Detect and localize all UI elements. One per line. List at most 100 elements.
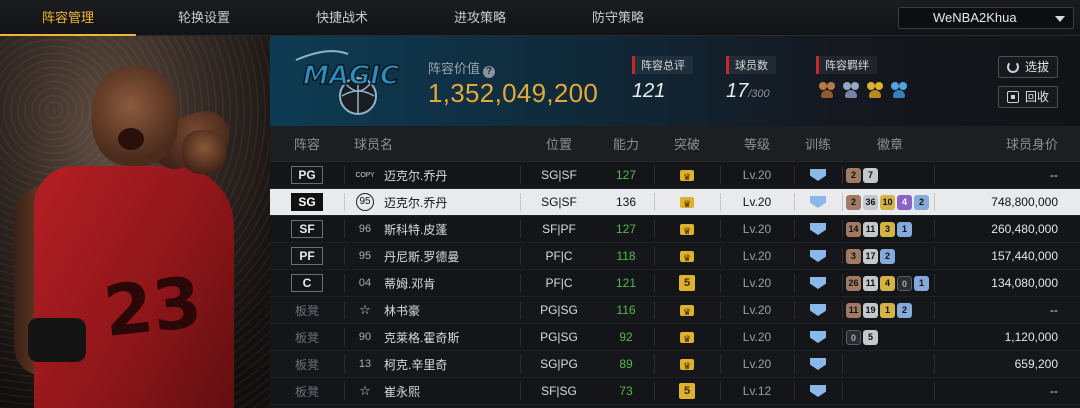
crown-icon: ♛ bbox=[680, 223, 694, 236]
player-name-cell[interactable]: COPY 迈克尔.乔丹 bbox=[344, 162, 520, 188]
player-level: Lv.20 bbox=[720, 216, 794, 242]
tab-offense[interactable]: 进攻策略 bbox=[412, 0, 548, 36]
recycle-button[interactable]: 回收 bbox=[998, 86, 1058, 108]
player-portrait: 23 bbox=[0, 36, 270, 408]
bond-gold-icon[interactable] bbox=[866, 80, 884, 98]
player-position: SF|PF bbox=[520, 216, 598, 242]
crown-icon: ♛ bbox=[680, 196, 694, 209]
lineup-slot[interactable]: 板凳 bbox=[270, 324, 344, 350]
player-value: 157,440,000 bbox=[934, 243, 1080, 269]
table-row[interactable]: PG COPY 迈克尔.乔丹 SG|SF 127 ♛ Lv.20 27 -- bbox=[270, 162, 1080, 189]
badge-chip: 3 bbox=[880, 221, 895, 237]
lineup-slot[interactable]: 板凳 bbox=[270, 378, 344, 404]
player-position: SF|SG bbox=[520, 378, 598, 404]
player-rank: 90 bbox=[358, 331, 372, 343]
player-overall: 92 bbox=[619, 330, 633, 344]
badge-chip: 19 bbox=[863, 302, 878, 318]
table-row[interactable]: 板凳 ☆ 林书豪 PG|SG 116 ♛ Lv.20 11 19 1 2 -- bbox=[270, 297, 1080, 324]
badge-chip: 11 bbox=[846, 302, 861, 318]
team-logo-text: MAGIC bbox=[303, 61, 399, 91]
player-name-cell[interactable]: ☆ 崔永熙 bbox=[344, 378, 520, 404]
player-overall: 127 bbox=[615, 222, 637, 236]
training-icon[interactable] bbox=[810, 196, 826, 208]
slot-label: PF bbox=[291, 247, 323, 265]
badge-chip: 4 bbox=[897, 194, 912, 210]
training-icon[interactable] bbox=[810, 358, 826, 370]
training-icon[interactable] bbox=[810, 169, 826, 181]
badge-chip: 2 bbox=[846, 194, 861, 210]
player-name-cell[interactable]: 95 迈克尔.乔丹 bbox=[344, 189, 520, 215]
player-name-cell[interactable]: 13 柯克.辛里奇 bbox=[344, 351, 520, 377]
help-icon[interactable]: ? bbox=[483, 66, 496, 78]
player-overall: 121 bbox=[615, 276, 637, 290]
table-row[interactable]: SF 96 斯科特.皮蓬 SF|PF 127 ♛ Lv.20 14 11 3 1 26… bbox=[270, 216, 1080, 243]
overall-stat: 阵容总评 121 bbox=[632, 56, 693, 103]
training-icon[interactable] bbox=[810, 385, 826, 397]
player-level: Lv.20 bbox=[720, 324, 794, 350]
account-select[interactable]: WeNBA2Khua bbox=[898, 7, 1074, 29]
bond-silver-icon[interactable] bbox=[842, 80, 860, 98]
badge-chip: 26 bbox=[846, 275, 861, 291]
training-icon[interactable] bbox=[810, 331, 826, 343]
player-rank: ☆ bbox=[359, 302, 371, 317]
slot-label: 板凳 bbox=[294, 384, 319, 399]
lineup-slot[interactable]: PG bbox=[270, 162, 344, 188]
team-value-label: 阵容价值? bbox=[428, 58, 496, 78]
player-name: 迈克尔.乔丹 bbox=[384, 195, 448, 210]
table-row[interactable]: SG 95 迈克尔.乔丹 SG|SF 136 ♛ Lv.20 2 36 10 4 2 7… bbox=[270, 189, 1080, 216]
training-icon[interactable] bbox=[810, 223, 826, 235]
badge-list: 26 11 4 0 1 bbox=[842, 270, 934, 296]
player-position: PF|C bbox=[520, 270, 598, 296]
lineup-slot[interactable]: 板凳 bbox=[270, 297, 344, 323]
table-row[interactable]: 板凳 90 克莱格.霍奇斯 PG|SG 92 ♛ Lv.20 05 1,120,… bbox=[270, 324, 1080, 351]
training-icon[interactable] bbox=[810, 277, 826, 289]
badge-list: 3 17 2 bbox=[842, 243, 934, 269]
breakthrough-badge: 5 bbox=[679, 275, 695, 291]
player-rank: 95 bbox=[356, 193, 374, 211]
slot-label: SF bbox=[291, 220, 323, 238]
player-level: Lv.20 bbox=[720, 189, 794, 215]
crown-icon: ♛ bbox=[680, 169, 694, 182]
training-icon[interactable] bbox=[810, 250, 826, 262]
tab-lineup[interactable]: 阵容管理 bbox=[0, 0, 136, 36]
player-value: 748,800,000 bbox=[934, 189, 1080, 215]
player-name-cell[interactable]: 04 蒂姆.邓肯 bbox=[344, 270, 520, 296]
badge-chip: 1 bbox=[914, 275, 929, 291]
badge-list bbox=[842, 378, 934, 404]
player-name-cell[interactable]: 90 克莱格.霍奇斯 bbox=[344, 324, 520, 350]
badge-list: 2 36 10 4 2 bbox=[842, 189, 934, 215]
tab-quick-tactics[interactable]: 快捷战术 bbox=[272, 0, 412, 36]
player-name-cell[interactable]: 95 丹尼斯.罗德曼 bbox=[344, 243, 520, 269]
lineup-slot[interactable]: SG bbox=[270, 189, 344, 215]
team-value: 1,352,049,200 bbox=[428, 78, 599, 108]
lineup-slot[interactable]: SF bbox=[270, 216, 344, 242]
player-overall: 89 bbox=[619, 357, 633, 371]
player-name-cell[interactable]: ☆ 林书豪 bbox=[344, 297, 520, 323]
table-row[interactable]: 板凳 13 柯克.辛里奇 SG|PG 89 ♛ Lv.20 659,200 bbox=[270, 351, 1080, 378]
lineup-slot[interactable]: C bbox=[270, 270, 344, 296]
table-row[interactable]: C 04 蒂姆.邓肯 PF|C 121 5 Lv.20 26 11 4 0 1 134,… bbox=[270, 270, 1080, 297]
training-icon[interactable] bbox=[810, 304, 826, 316]
player-name: 迈克尔.乔丹 bbox=[384, 168, 448, 183]
player-rank: 95 bbox=[358, 250, 372, 262]
select-button[interactable]: 选拔 bbox=[998, 56, 1058, 78]
tab-rotation[interactable]: 轮换设置 bbox=[136, 0, 272, 36]
player-name-cell[interactable]: 96 斯科特.皮蓬 bbox=[344, 216, 520, 242]
slot-label: 板凳 bbox=[294, 357, 319, 372]
tab-defense[interactable]: 防守策略 bbox=[548, 0, 688, 36]
player-rank: 04 bbox=[358, 277, 372, 289]
player-overall: 127 bbox=[615, 168, 637, 182]
bond-blue-icon[interactable] bbox=[890, 80, 908, 98]
player-value: 1,120,000 bbox=[934, 324, 1080, 350]
table-row[interactable]: 板凳 ☆ 崔永熙 SF|SG 73 5 Lv.12 -- bbox=[270, 378, 1080, 405]
badge-chip: 2 bbox=[897, 302, 912, 318]
bond-bronze-icon[interactable] bbox=[818, 80, 836, 98]
player-rank: COPY bbox=[355, 171, 375, 179]
lineup-slot[interactable]: 板凳 bbox=[270, 351, 344, 377]
badge-chip: 11 bbox=[863, 275, 878, 291]
badge-chip: 3 bbox=[846, 248, 861, 264]
table-row[interactable]: PF 95 丹尼斯.罗德曼 PF|C 118 ♛ Lv.20 3 17 2 157,… bbox=[270, 243, 1080, 270]
badge-chip: 7 bbox=[863, 167, 878, 183]
player-name: 柯克.辛里奇 bbox=[384, 357, 448, 372]
lineup-slot[interactable]: PF bbox=[270, 243, 344, 269]
